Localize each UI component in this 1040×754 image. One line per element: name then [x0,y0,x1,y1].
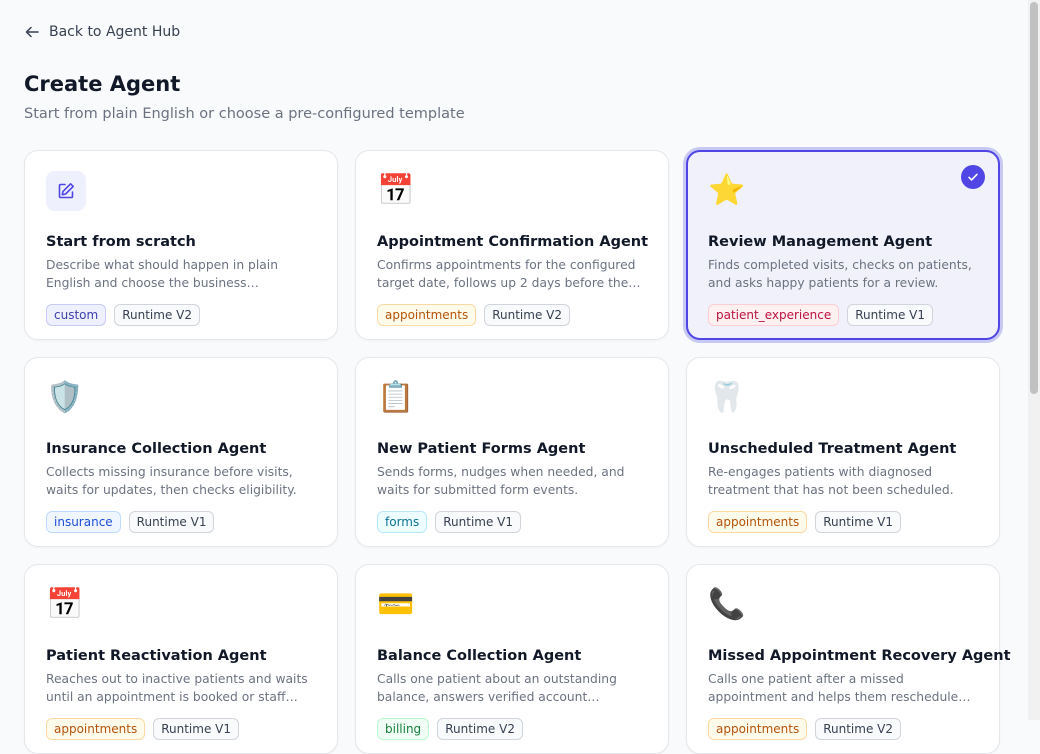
card-tags: insurance Runtime V1 [46,511,316,533]
template-card-new-patient-forms[interactable]: 📋 New Patient Forms Agent Sends forms, n… [355,357,669,547]
scrollbar-thumb[interactable] [1030,2,1038,394]
shield-icon: 🛡️ [46,380,84,415]
card-title: Review Management Agent [708,234,933,250]
card-tags: patient_experience Runtime V1 [708,304,978,326]
card-title: Missed Appointment Recovery Agent [708,648,1011,664]
category-badge: appointments [377,304,477,326]
scrollbar[interactable] [1028,0,1040,720]
template-card-balance-collection[interactable]: 💳 Balance Collection Agent Calls one pat… [355,564,669,754]
card-tags: appointments Runtime V2 [377,304,647,326]
card-title: Patient Reactivation Agent [46,648,267,664]
template-card-appointment-confirmation[interactable]: 📅 Appointment Confirmation Agent Confirm… [355,150,669,340]
card-description: Confirms appointments for the configured… [377,258,636,290]
card-tags: forms Runtime V1 [377,511,647,533]
runtime-badge: Runtime V1 [847,304,933,326]
runtime-badge: Runtime V2 [815,718,901,740]
tooth-icon: 🦷 [708,380,746,415]
calendar-icon: 📅 [377,173,415,208]
pencil-square-icon [46,171,86,211]
runtime-badge: Runtime V2 [437,718,523,740]
category-badge: billing [377,718,430,740]
page-subtitle: Start from plain English or choose a pre… [24,106,465,122]
arrow-left-icon [25,26,39,38]
card-description: Re-engages patients with diagnosed treat… [708,465,954,497]
credit-card-icon: 💳 [377,587,415,622]
card-tags: appointments Runtime V1 [708,511,978,533]
runtime-badge: Runtime V2 [114,304,200,326]
card-title: Start from scratch [46,234,196,250]
category-badge: patient_experience [708,304,840,326]
template-card-scratch[interactable]: Start from scratch Describe what should … [24,150,338,340]
back-to-agent-hub-link[interactable]: Back to Agent Hub [24,24,180,40]
category-badge: appointments [708,511,808,533]
template-card-unscheduled-treatment[interactable]: 🦷 Unscheduled Treatment Agent Re-engages… [686,357,1000,547]
selected-check-icon [961,165,985,189]
runtime-badge: Runtime V1 [435,511,522,533]
star-icon: ⭐ [708,173,746,208]
card-title: Insurance Collection Agent [46,441,267,457]
category-badge: forms [377,511,428,533]
runtime-badge: Runtime V1 [128,511,215,533]
category-badge: insurance [46,511,121,533]
runtime-badge: Runtime V1 [815,511,901,533]
template-card-review-management[interactable]: ⭐ Review Management Agent Finds complete… [686,150,1000,340]
card-description: Reaches out to inactive patients and wai… [46,672,308,704]
card-description: Collects missing insurance before visits… [46,465,297,497]
card-tags: appointments Runtime V2 [708,718,978,740]
card-tags: appointments Runtime V1 [46,718,316,740]
calendar-icon: 📅 [46,587,84,622]
template-grid: Start from scratch Describe what should … [24,150,1011,754]
template-card-insurance-collection[interactable]: 🛡️ Insurance Collection Agent Collects m… [24,357,338,547]
phone-icon: 📞 [708,587,746,622]
card-description: Describe what should happen in plain Eng… [46,258,279,290]
card-description: Calls one patient after a missed appoint… [708,672,959,704]
template-card-missed-appointment-recovery[interactable]: 📞 Missed Appointment Recovery Agent Call… [686,564,1011,754]
runtime-badge: Runtime V1 [153,718,239,740]
category-badge: appointments [708,718,808,740]
runtime-badge: Runtime V2 [484,304,570,326]
card-title: Balance Collection Agent [377,648,582,664]
card-title: Unscheduled Treatment Agent [708,441,957,457]
card-title: Appointment Confirmation Agent [377,234,649,250]
card-tags: billing Runtime V2 [377,718,647,740]
card-tags: custom Runtime V2 [46,304,316,326]
page-title: Create Agent [24,72,181,96]
card-description: Finds completed visits, checks on patien… [708,258,972,290]
back-link-label: Back to Agent Hub [49,24,181,40]
template-card-patient-reactivation[interactable]: 📅 Patient Reactivation Agent Reaches out… [24,564,338,754]
category-badge: appointments [46,718,146,740]
card-description: Calls one patient about an outstanding b… [377,672,617,704]
category-badge: custom [46,304,107,326]
card-title: New Patient Forms Agent [377,441,586,457]
clipboard-icon: 📋 [377,380,415,415]
card-description: Sends forms, nudges when needed, and wai… [377,465,625,497]
